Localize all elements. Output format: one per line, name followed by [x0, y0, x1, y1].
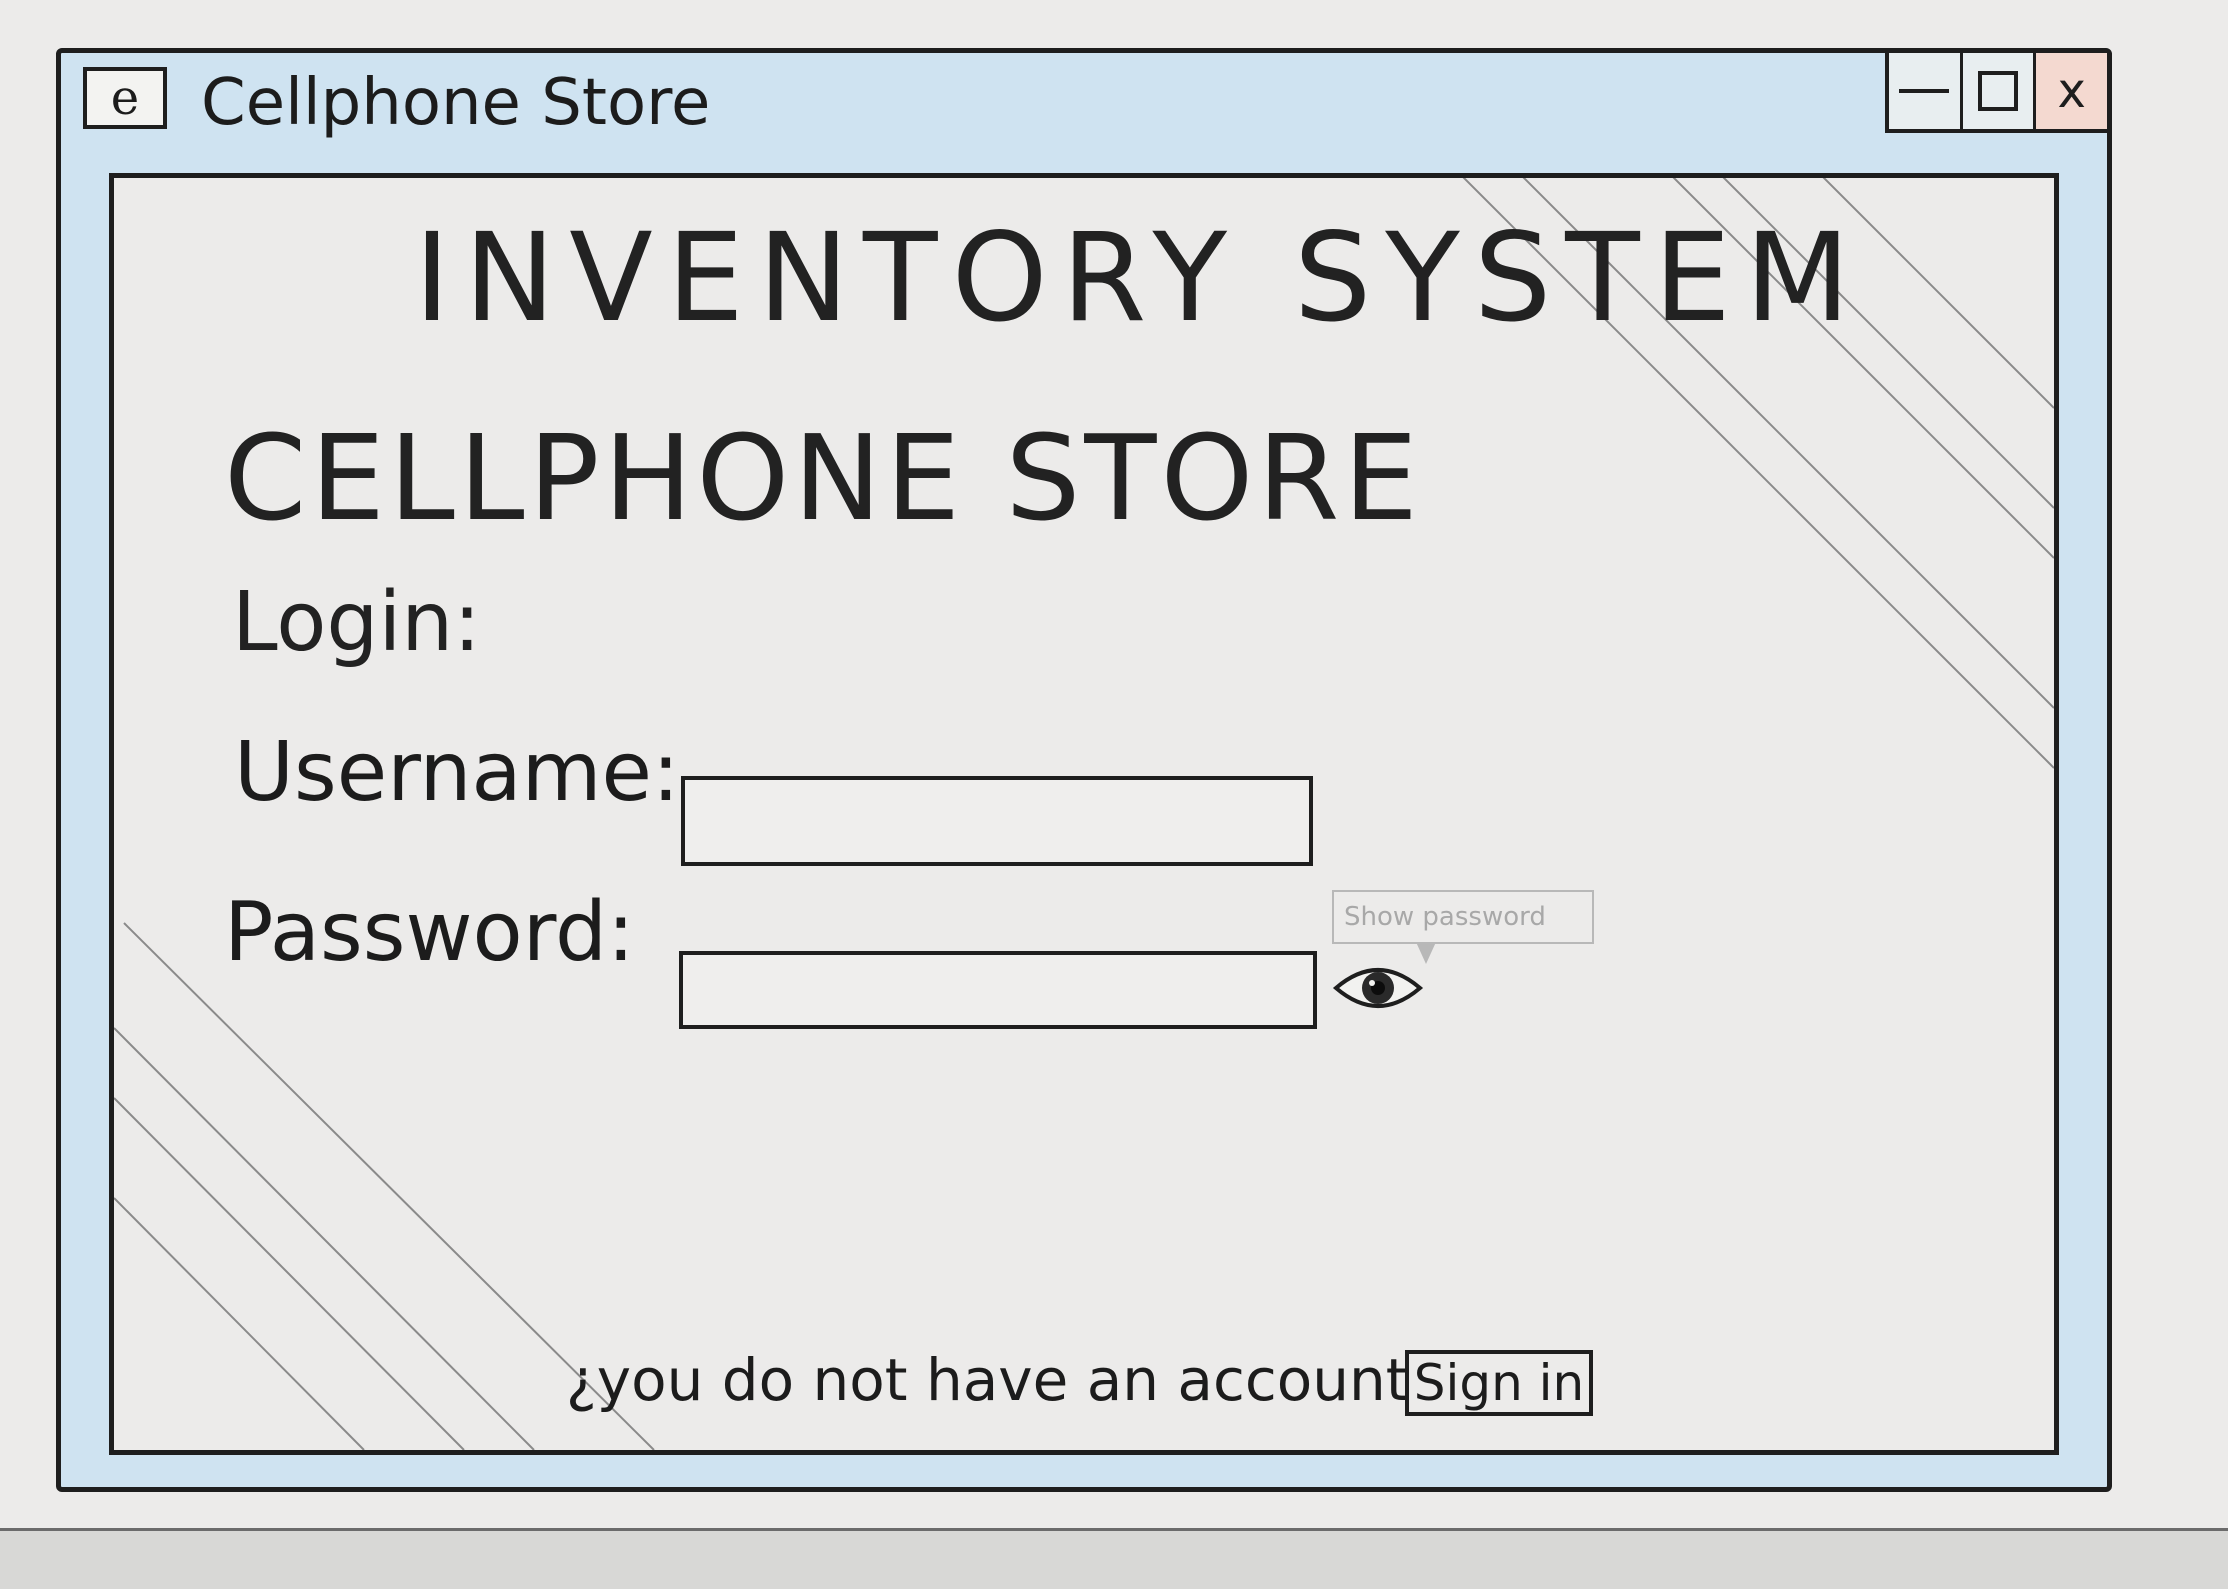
maximize-icon [1978, 71, 2018, 111]
login-heading: Login: [232, 575, 481, 670]
username-input[interactable] [681, 776, 1313, 866]
app-icon: e [83, 67, 167, 129]
store-title: CELLPHONE STORE [224, 409, 1422, 547]
no-account-prompt: ¿you do not have an account? [566, 1346, 1440, 1414]
window-title: Cellphone Store [201, 66, 711, 140]
title-bar[interactable]: e Cellphone Store x [61, 53, 2108, 163]
app-window: e Cellphone Store x INVENTORY SYSTEM CEL… [56, 48, 2112, 1492]
close-icon: x [2057, 63, 2086, 119]
username-label: Username: [234, 725, 680, 820]
window-controls: x [1885, 53, 2108, 133]
password-label: Password: [224, 885, 635, 980]
app-icon-glyph: e [110, 70, 140, 126]
eye-icon[interactable] [1332, 958, 1424, 1018]
close-button[interactable]: x [2036, 53, 2108, 129]
system-title: INVENTORY SYSTEM [414, 207, 1865, 349]
password-input[interactable] [679, 951, 1317, 1029]
sign-in-button[interactable]: Sign in [1405, 1350, 1593, 1416]
table-surface [0, 1531, 2228, 1589]
login-panel: INVENTORY SYSTEM CELLPHONE STORE Login: … [109, 173, 2059, 1455]
show-password-tooltip: Show password [1332, 890, 1594, 944]
minimize-icon [1899, 89, 1950, 93]
maximize-button[interactable] [1963, 53, 2037, 129]
minimize-button[interactable] [1889, 53, 1963, 129]
